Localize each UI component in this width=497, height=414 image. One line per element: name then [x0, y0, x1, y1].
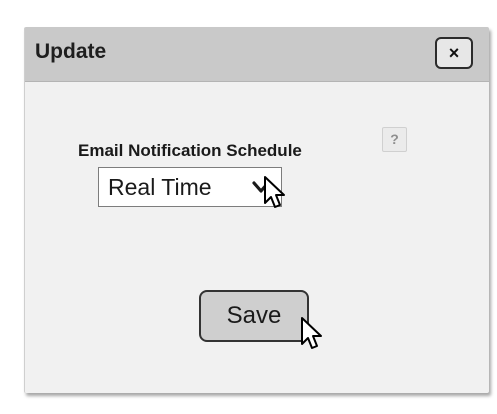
- schedule-label: Email Notification Schedule: [78, 141, 302, 160]
- close-button[interactable]: ×: [435, 37, 473, 69]
- pointer-cursor-icon: [301, 317, 322, 349]
- save-button-label: Save: [226, 302, 282, 329]
- dialog-titlebar: Update ×: [25, 27, 489, 82]
- update-dialog: Update × Email Notification Schedule ? R…: [24, 27, 489, 393]
- schedule-selected-value: Real Time: [108, 174, 212, 200]
- schedule-select[interactable]: Real Time: [98, 167, 282, 207]
- close-icon: ×: [448, 43, 460, 63]
- save-button[interactable]: Save: [199, 290, 309, 342]
- screen: Update × Email Notification Schedule ? R…: [0, 0, 497, 414]
- pointer-cursor-icon: [264, 176, 285, 208]
- help-icon[interactable]: ?: [382, 127, 407, 152]
- dialog-title: Update: [35, 40, 107, 63]
